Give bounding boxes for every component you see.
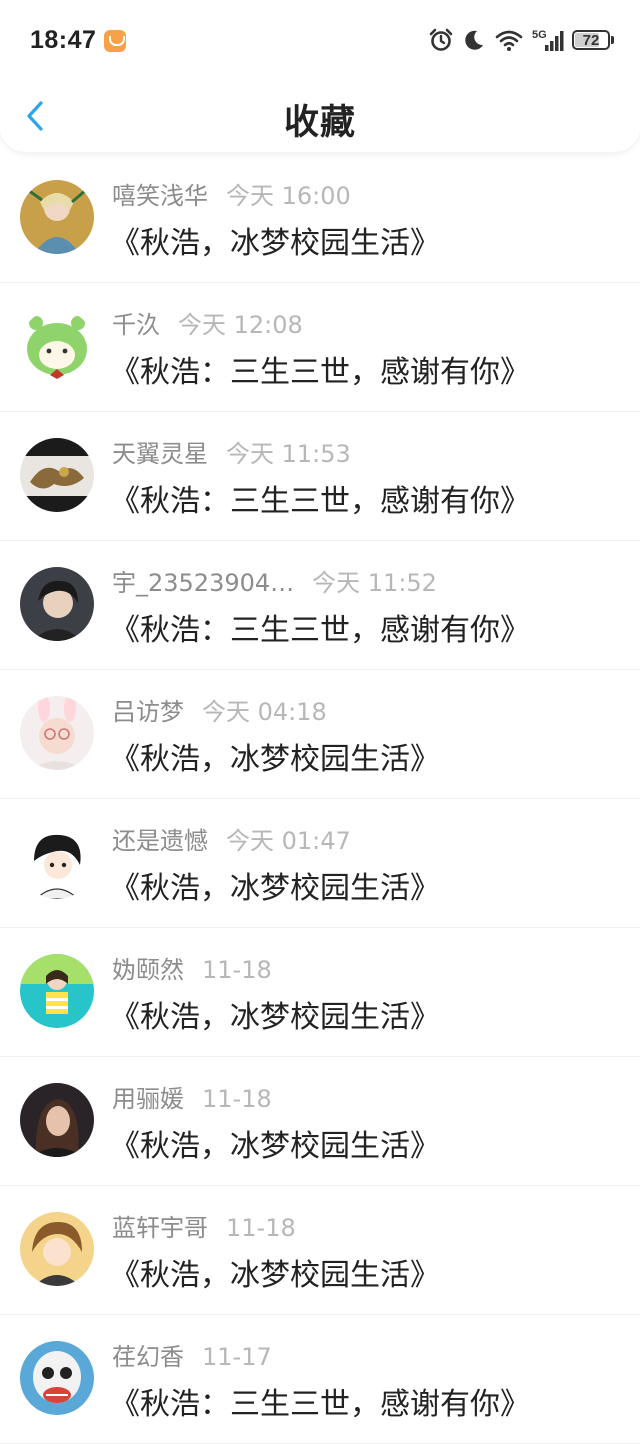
book-title[interactable]: 《秋浩：三生三世，感谢有你》 bbox=[110, 476, 530, 520]
item-meta: 妫颐然 11-18 bbox=[112, 950, 272, 985]
wifi-icon bbox=[495, 30, 523, 51]
item-meta: 还是遗憾 今天 01:47 bbox=[112, 821, 351, 856]
user-name[interactable]: 妫颐然 bbox=[112, 956, 184, 984]
item-date: 11-18 bbox=[202, 1085, 272, 1113]
avatar[interactable] bbox=[20, 438, 94, 512]
item-date: 今天 16:00 bbox=[226, 182, 351, 210]
user-name[interactable]: 荏幻香 bbox=[112, 1343, 184, 1371]
avatar[interactable] bbox=[20, 954, 94, 1028]
item-meta: 荏幻香 11-17 bbox=[112, 1337, 272, 1372]
list-item[interactable]: 蓝轩宇哥 11-18 《秋浩，冰梦校园生活》 bbox=[0, 1186, 640, 1315]
item-meta: 用骊媛 11-18 bbox=[112, 1079, 272, 1114]
item-meta: 蓝轩宇哥 11-18 bbox=[112, 1208, 296, 1243]
item-meta: 千汣 今天 12:08 bbox=[112, 305, 303, 340]
battery-icon: 72 bbox=[572, 30, 614, 50]
user-name[interactable]: 宇_23523904… bbox=[112, 569, 294, 597]
book-title[interactable]: 《秋浩，冰梦校园生活》 bbox=[110, 734, 440, 778]
item-date: 今天 11:53 bbox=[226, 440, 351, 468]
list-item[interactable]: 荏幻香 11-17 《秋浩：三生三世，感谢有你》 bbox=[0, 1315, 640, 1444]
avatar[interactable] bbox=[20, 309, 94, 383]
book-title[interactable]: 《秋浩，冰梦校园生活》 bbox=[110, 1250, 440, 1294]
list-item[interactable]: 嘻笑浅华 今天 16:00 《秋浩，冰梦校园生活》 bbox=[0, 154, 640, 283]
book-title[interactable]: 《秋浩，冰梦校园生活》 bbox=[110, 992, 440, 1036]
avatar[interactable] bbox=[20, 696, 94, 770]
svg-text:5G: 5G bbox=[532, 29, 547, 41]
user-name[interactable]: 天翼灵星 bbox=[112, 440, 208, 468]
user-name[interactable]: 嘻笑浅华 bbox=[112, 182, 208, 210]
user-name[interactable]: 还是遗憾 bbox=[112, 827, 208, 855]
book-title[interactable]: 《秋浩，冰梦校园生活》 bbox=[110, 1121, 440, 1165]
avatar[interactable] bbox=[20, 1341, 94, 1415]
list-item[interactable]: 天翼灵星 今天 11:53 《秋浩：三生三世，感谢有你》 bbox=[0, 412, 640, 541]
avatar[interactable] bbox=[20, 567, 94, 641]
avatar[interactable] bbox=[20, 825, 94, 899]
user-name[interactable]: 千汣 bbox=[112, 311, 160, 339]
book-title[interactable]: 《秋浩：三生三世，感谢有你》 bbox=[110, 1379, 530, 1423]
list-item[interactable]: 还是遗憾 今天 01:47 《秋浩，冰梦校园生活》 bbox=[0, 799, 640, 928]
status-time: 18:47 bbox=[30, 26, 97, 54]
status-bar: 18:47 5G 72 bbox=[0, 0, 640, 80]
page-title: 收藏 bbox=[283, 103, 356, 143]
list-item[interactable]: 宇_23523904… 今天 11:52 《秋浩：三生三世，感谢有你》 bbox=[0, 541, 640, 670]
avatar[interactable] bbox=[20, 1083, 94, 1157]
item-date: 今天 11:52 bbox=[312, 569, 437, 597]
book-title[interactable]: 《秋浩，冰梦校园生活》 bbox=[110, 218, 440, 262]
book-title[interactable]: 《秋浩：三生三世，感谢有你》 bbox=[110, 347, 530, 391]
book-title[interactable]: 《秋浩，冰梦校园生活》 bbox=[110, 863, 440, 907]
user-name[interactable]: 用骊媛 bbox=[112, 1085, 184, 1113]
favorites-list: 嘻笑浅华 今天 16:00 《秋浩，冰梦校园生活》 千汣 今天 12:08 《秋浩：… bbox=[0, 154, 640, 1444]
book-title[interactable]: 《秋浩：三生三世，感谢有你》 bbox=[110, 605, 530, 649]
user-name[interactable]: 吕访梦 bbox=[112, 698, 184, 726]
list-item[interactable]: 千汣 今天 12:08 《秋浩：三生三世，感谢有你》 bbox=[0, 283, 640, 412]
avatar[interactable] bbox=[20, 180, 94, 254]
item-meta: 吕访梦 今天 04:18 bbox=[112, 692, 327, 727]
list-item[interactable]: 用骊媛 11-18 《秋浩，冰梦校园生活》 bbox=[0, 1057, 640, 1186]
item-meta: 嘻笑浅华 今天 16:00 bbox=[112, 176, 351, 211]
5g-signal-icon: 5G bbox=[532, 29, 564, 51]
avatar[interactable] bbox=[20, 1212, 94, 1286]
item-date: 11-18 bbox=[202, 956, 272, 984]
item-meta: 天翼灵星 今天 11:53 bbox=[112, 434, 351, 469]
moon-icon bbox=[465, 30, 483, 50]
battery-level: 72 bbox=[582, 31, 600, 49]
item-date: 今天 01:47 bbox=[226, 827, 351, 855]
list-item[interactable]: 吕访梦 今天 04:18 《秋浩，冰梦校园生活》 bbox=[0, 670, 640, 799]
app-badge-icon bbox=[104, 30, 126, 52]
page-header: 收藏 bbox=[0, 80, 640, 152]
item-meta: 宇_23523904… 今天 11:52 bbox=[112, 563, 437, 598]
user-name[interactable]: 蓝轩宇哥 bbox=[112, 1214, 208, 1242]
status-icons: 5G 72 bbox=[428, 26, 614, 54]
item-date: 今天 04:18 bbox=[202, 698, 327, 726]
item-date: 11-18 bbox=[226, 1214, 296, 1242]
list-item[interactable]: 妫颐然 11-18 《秋浩，冰梦校园生活》 bbox=[0, 928, 640, 1057]
item-date: 今天 12:08 bbox=[178, 311, 303, 339]
item-date: 11-17 bbox=[202, 1343, 272, 1371]
alarm-icon bbox=[429, 28, 453, 51]
